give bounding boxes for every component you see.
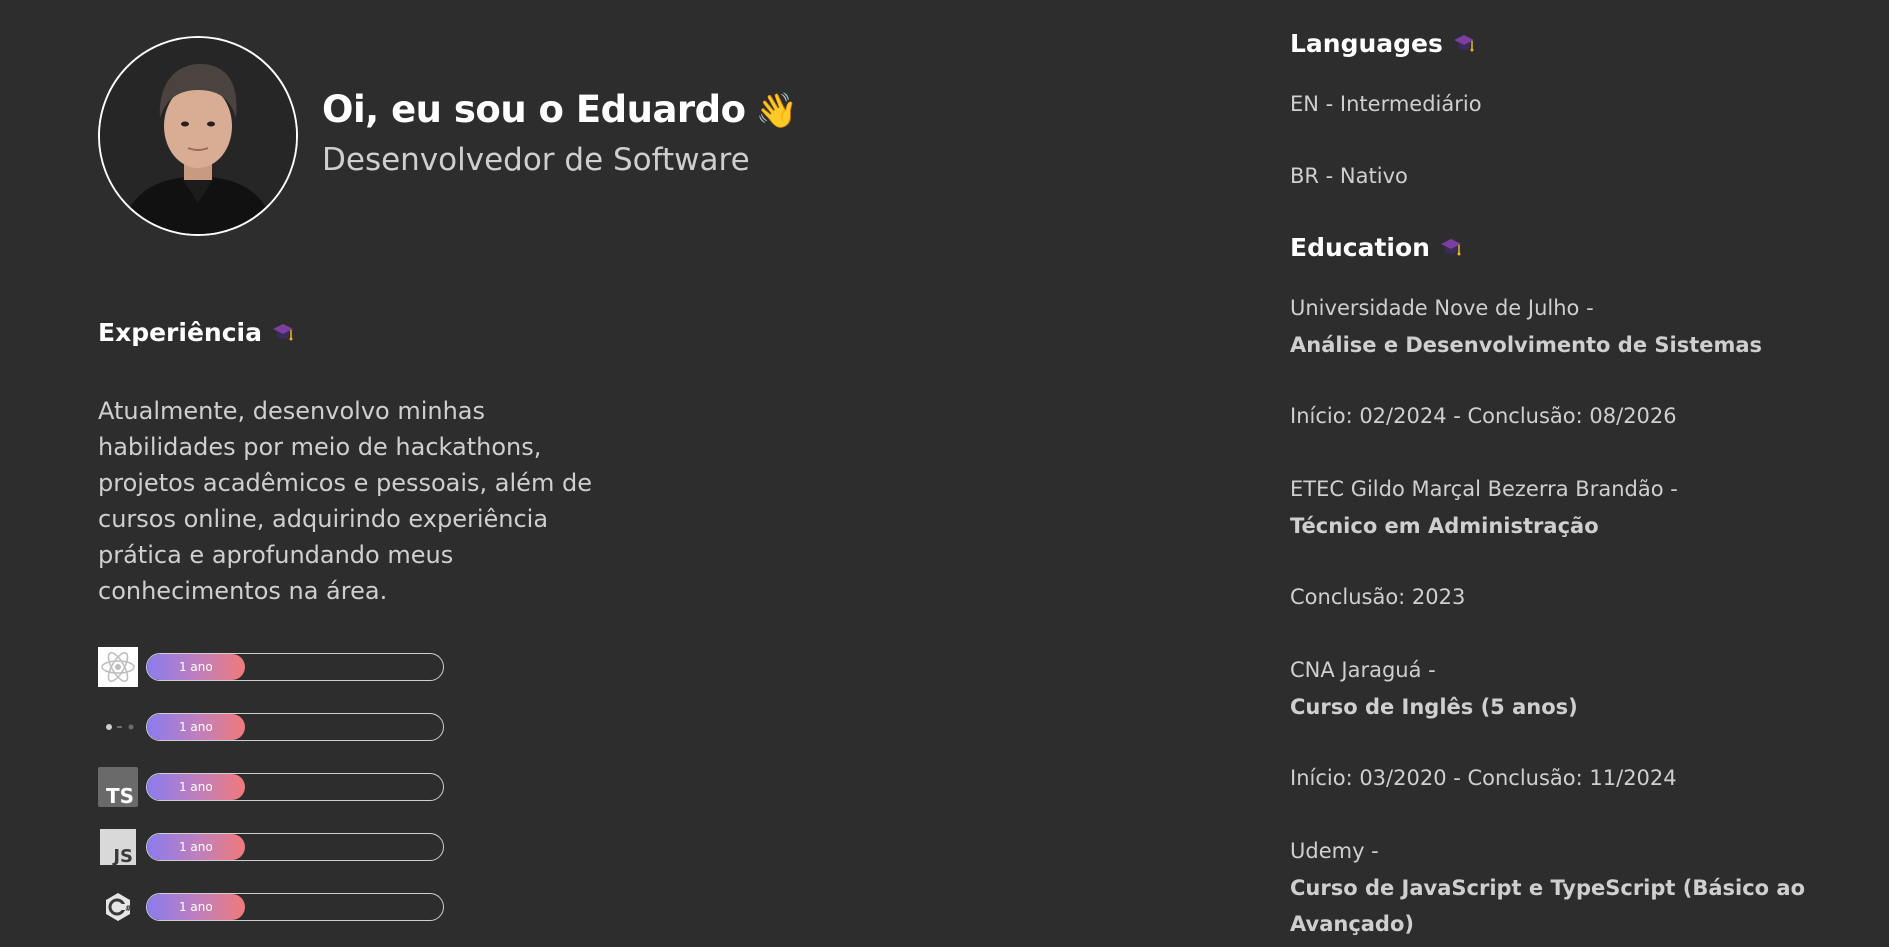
skill-progress-fill: 1 ano bbox=[147, 714, 245, 740]
skill-progress-track: 1 ano bbox=[146, 713, 444, 741]
skill-progress-fill: 1 ano bbox=[147, 894, 245, 920]
skill-duration-label: 1 ano bbox=[178, 900, 213, 914]
skill-row: # 1 ano bbox=[98, 887, 458, 927]
skills-list: 1 ano 1 ano TS 1 ano JS 1 ano # 1 ano bbox=[98, 647, 458, 947]
graduation-cap-icon bbox=[272, 320, 294, 349]
graduation-cap-icon bbox=[1440, 235, 1462, 264]
education-course: Curso de Inglês (5 anos) bbox=[1290, 695, 1578, 719]
skill-row: JS 1 ano bbox=[98, 827, 458, 867]
skill-progress-track: 1 ano bbox=[146, 773, 444, 801]
education-institution: Udemy - bbox=[1290, 839, 1379, 863]
experience-heading: Experiência bbox=[98, 318, 294, 349]
typescript-icon: TS bbox=[98, 767, 138, 807]
education-dates: Conclusão: 2023 bbox=[1290, 585, 1466, 609]
education-dates: Início: 03/2020 - Conclusão: 11/2024 bbox=[1290, 766, 1677, 790]
skill-duration-label: 1 ano bbox=[178, 840, 213, 854]
skill-progress-fill: 1 ano bbox=[147, 834, 245, 860]
svg-text:TS: TS bbox=[106, 784, 134, 807]
javascript-icon: JS bbox=[98, 827, 138, 867]
react-icon bbox=[98, 647, 138, 687]
svg-text:JS: JS bbox=[111, 846, 133, 867]
wave-emoji: 👋 bbox=[755, 91, 798, 131]
languages-heading: Languages bbox=[1290, 29, 1475, 60]
skill-duration-label: 1 ano bbox=[178, 780, 213, 794]
education-course: Análise e Desenvolvimento de Sistemas bbox=[1290, 333, 1763, 357]
skill-progress-fill: 1 ano bbox=[147, 654, 245, 680]
languages-title: Languages bbox=[1290, 29, 1443, 58]
skill-row: TS 1 ano bbox=[98, 767, 458, 807]
language-item: BR - Nativo bbox=[1290, 164, 1408, 188]
experience-description: Atualmente, desenvolvo minhas habilidade… bbox=[98, 397, 592, 605]
graduation-cap-icon bbox=[1453, 31, 1475, 60]
svg-text:#: # bbox=[125, 904, 132, 913]
education-title: Education bbox=[1290, 233, 1430, 262]
education-institution: CNA Jaraguá - bbox=[1290, 658, 1436, 682]
language-item: EN - Intermediário bbox=[1290, 92, 1482, 116]
education-institution: Universidade Nove de Julho - bbox=[1290, 296, 1594, 320]
skill-progress-fill: 1 ano bbox=[147, 774, 245, 800]
skill-row: 1 ano bbox=[98, 647, 458, 687]
skill-row: 1 ano bbox=[98, 707, 458, 747]
education-dates: Início: 02/2024 - Conclusão: 08/2026 bbox=[1290, 404, 1677, 428]
skill-duration-label: 1 ano bbox=[178, 720, 213, 734]
education-course: Técnico em Administração bbox=[1290, 514, 1599, 538]
profile-avatar bbox=[98, 36, 298, 236]
skill-progress-track: 1 ano bbox=[146, 893, 444, 921]
experience-title: Experiência bbox=[98, 318, 262, 347]
skill-duration-label: 1 ano bbox=[178, 660, 213, 674]
education-course: Curso de JavaScript e TypeScript (Básico… bbox=[1290, 876, 1806, 936]
portfolio-page: Oi, eu sou o Eduardo 👋 Desenvolvedor de S… bbox=[0, 0, 1889, 947]
greeting-heading: Oi, eu sou o Eduardo 👋 bbox=[322, 88, 798, 131]
csharp-icon: # bbox=[98, 887, 138, 927]
skill-progress-track: 1 ano bbox=[146, 833, 444, 861]
greeting-text: Oi, eu sou o Eduardo bbox=[322, 88, 746, 131]
nextjs-icon bbox=[98, 707, 138, 747]
education-institution: ETEC Gildo Marçal Bezerra Brandão - bbox=[1290, 477, 1678, 501]
education-heading: Education bbox=[1290, 233, 1462, 264]
role-subtitle: Desenvolvedor de Software bbox=[322, 142, 750, 178]
skill-progress-track: 1 ano bbox=[146, 653, 444, 681]
